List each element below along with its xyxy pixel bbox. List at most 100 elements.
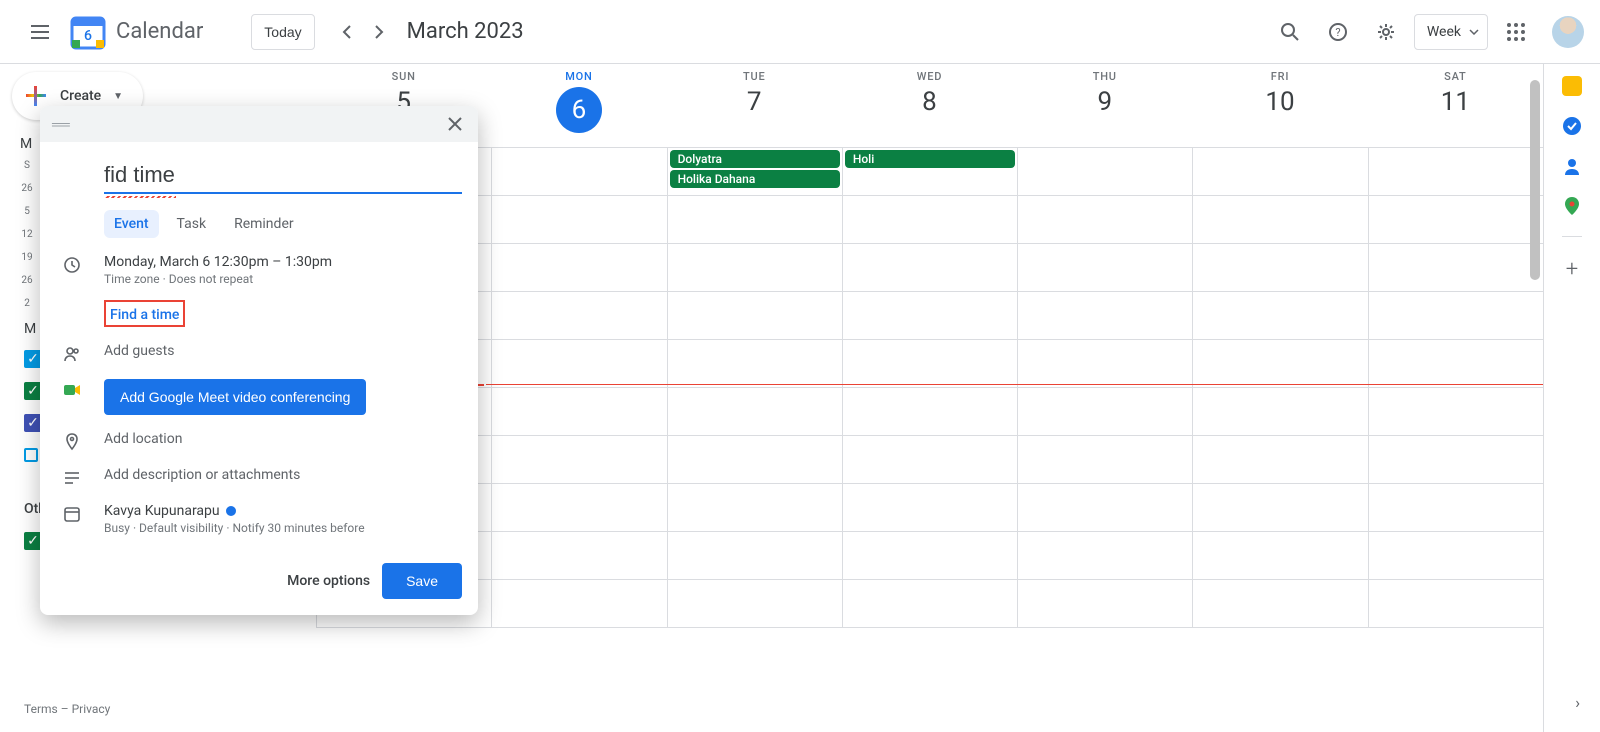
hour-row[interactable] xyxy=(316,244,1543,292)
close-icon xyxy=(448,117,462,131)
prev-button[interactable] xyxy=(331,16,363,48)
today-button[interactable]: Today xyxy=(251,14,314,50)
gear-icon xyxy=(1376,22,1396,42)
allday-event[interactable]: Holi xyxy=(845,150,1015,168)
description-row[interactable]: Add description or attachments xyxy=(56,467,462,487)
drag-handle-icon: ══ xyxy=(52,116,68,133)
popup-header[interactable]: ══ xyxy=(40,106,478,142)
calendar-owner-row[interactable]: Kavya Kupunarapu Busy · Default visibili… xyxy=(56,503,462,535)
app-header: 6 Calendar Today March 2023 ? Week xyxy=(0,0,1600,64)
guests-row[interactable]: Add guests xyxy=(56,343,462,363)
day-header-thu[interactable]: THU9 xyxy=(1017,64,1192,147)
more-options-button[interactable]: More options xyxy=(287,573,370,589)
close-button[interactable] xyxy=(444,113,466,135)
add-guests-label: Add guests xyxy=(104,343,462,359)
account-avatar[interactable] xyxy=(1552,16,1584,48)
hour-row[interactable] xyxy=(316,436,1543,484)
hour-row[interactable] xyxy=(316,292,1543,340)
app-title: Calendar xyxy=(116,19,203,44)
find-a-time-link[interactable]: Find a time xyxy=(110,307,179,323)
allday-cell[interactable] xyxy=(491,148,666,195)
day-header-fri[interactable]: FRI10 xyxy=(1192,64,1367,147)
day-header-mon[interactable]: MON6 xyxy=(491,64,666,147)
allday-event[interactable]: Holika Dahana xyxy=(670,170,840,188)
hamburger-icon xyxy=(31,25,49,39)
contacts-icon[interactable] xyxy=(1562,156,1582,176)
hour-row[interactable] xyxy=(316,580,1543,628)
people-icon xyxy=(62,343,82,363)
tab-event[interactable]: Event xyxy=(104,210,159,238)
day-header-sat[interactable]: SAT11 xyxy=(1368,64,1543,147)
svg-text:6: 6 xyxy=(84,28,92,44)
allday-cell[interactable] xyxy=(1017,148,1192,195)
chevron-right-icon xyxy=(374,25,384,39)
meet-row: Add Google Meet video conferencing xyxy=(56,379,462,415)
location-icon xyxy=(62,431,82,451)
date-time-text: Monday, March 6 12:30pm – 1:30pm xyxy=(104,254,462,270)
popup-footer: More options Save xyxy=(40,551,478,615)
description-icon xyxy=(62,467,82,487)
add-location-label: Add location xyxy=(104,431,462,447)
event-editor-popup: ══ Event Task Reminder Monday, March 6 1… xyxy=(40,106,478,615)
tz-repeat-text: Time zone · Does not repeat xyxy=(104,272,462,286)
help-icon: ? xyxy=(1328,22,1348,42)
help-button[interactable]: ? xyxy=(1318,12,1358,52)
popup-body: Event Task Reminder Monday, March 6 12:3… xyxy=(40,142,478,551)
side-panel: + xyxy=(1544,64,1600,732)
location-row[interactable]: Add location xyxy=(56,431,462,451)
main-menu-button[interactable] xyxy=(16,8,64,56)
svg-text:?: ? xyxy=(1335,26,1340,39)
day-header-wed[interactable]: WED8 xyxy=(842,64,1017,147)
maps-icon[interactable] xyxy=(1562,196,1582,216)
search-button[interactable] xyxy=(1270,12,1310,52)
allday-cell[interactable] xyxy=(1192,148,1367,195)
tab-task[interactable]: Task xyxy=(167,210,217,238)
view-selector[interactable]: Week xyxy=(1414,14,1488,50)
create-label: Create xyxy=(60,88,101,104)
plus-icon xyxy=(24,84,48,108)
meet-icon xyxy=(62,379,82,399)
header-right: ? Week xyxy=(1270,12,1584,52)
availability-dot-icon xyxy=(226,506,236,516)
separator xyxy=(1562,236,1582,237)
owner-name: Kavya Kupunarapu xyxy=(104,503,220,519)
hour-row[interactable] xyxy=(316,484,1543,532)
calendar-icon xyxy=(62,503,82,523)
hour-row[interactable] xyxy=(316,196,1543,244)
hour-row[interactable] xyxy=(316,532,1543,580)
allday-cell[interactable]: Holi xyxy=(842,148,1017,195)
add-meet-button[interactable]: Add Google Meet video conferencing xyxy=(104,379,366,415)
event-type-tabs: Event Task Reminder xyxy=(104,210,462,238)
next-button[interactable] xyxy=(363,16,395,48)
day-header-tue[interactable]: TUE7 xyxy=(667,64,842,147)
hour-row[interactable] xyxy=(316,388,1543,436)
allday-cell[interactable]: Dolyatra Holika Dahana xyxy=(667,148,842,195)
datetime-row[interactable]: Monday, March 6 12:30pm – 1:30pm Time zo… xyxy=(56,254,462,286)
tasks-icon[interactable] xyxy=(1562,116,1582,136)
add-addon-button[interactable]: + xyxy=(1566,257,1578,282)
keep-icon[interactable] xyxy=(1562,76,1582,96)
scrollbar[interactable] xyxy=(1530,80,1542,600)
allday-event[interactable]: Dolyatra xyxy=(670,150,840,168)
collapse-side-panel[interactable]: › xyxy=(1575,693,1580,712)
settings-button[interactable] xyxy=(1366,12,1406,52)
now-indicator-line xyxy=(486,384,1543,385)
calendar-logo-icon: 6 xyxy=(68,12,108,52)
month-year-label[interactable]: March 2023 xyxy=(407,19,524,44)
event-title-input[interactable] xyxy=(104,158,462,194)
allday-cell[interactable] xyxy=(1368,148,1543,195)
terms-link[interactable]: Terms xyxy=(24,702,58,716)
dropdown-arrow-icon: ▼ xyxy=(113,91,123,102)
google-apps-button[interactable] xyxy=(1496,12,1536,52)
owner-subtext: Busy · Default visibility · Notify 30 mi… xyxy=(104,521,462,535)
view-label: Week xyxy=(1427,24,1461,40)
search-icon xyxy=(1280,22,1300,42)
privacy-link[interactable]: Privacy xyxy=(72,702,111,716)
save-button[interactable]: Save xyxy=(382,563,462,599)
hour-row[interactable] xyxy=(316,340,1543,388)
clock-icon xyxy=(62,254,82,274)
dropdown-arrow-icon xyxy=(1469,29,1479,35)
add-description-label: Add description or attachments xyxy=(104,467,462,483)
logo-section: 6 Calendar xyxy=(68,12,203,52)
tab-reminder[interactable]: Reminder xyxy=(224,210,304,238)
